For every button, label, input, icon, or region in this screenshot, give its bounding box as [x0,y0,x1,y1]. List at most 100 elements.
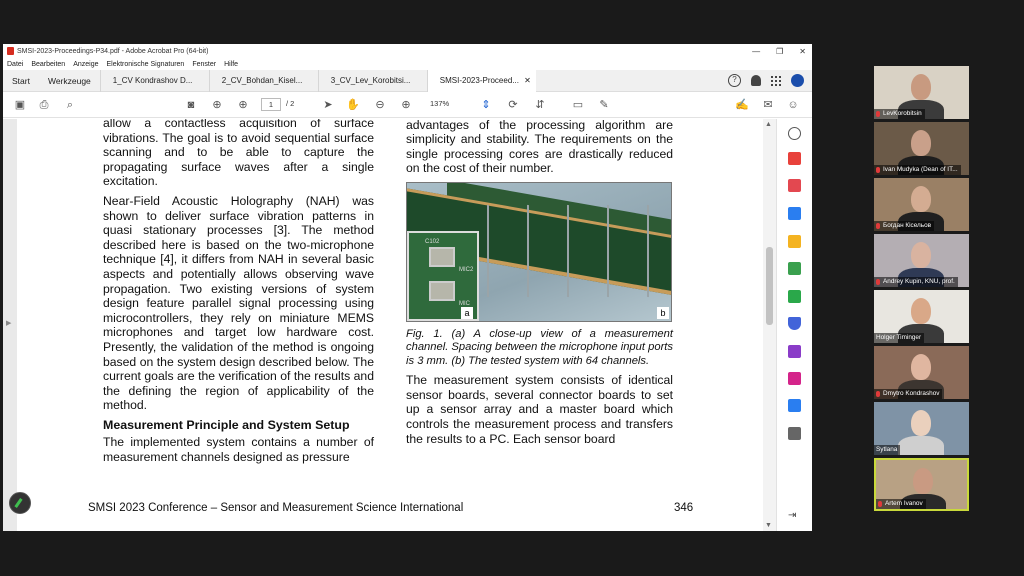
page-number: 346 [674,502,694,514]
participant-name-label: Dmytro Kondrashov [883,390,940,397]
figure-label-b: b [657,306,669,319]
doc-tab-label: 3_CV_Lev_Korobitsi... [330,75,411,85]
participant-tile[interactable]: LevKorobitsin [874,66,969,119]
participant-tile[interactable]: Ivan Mudyka (Dean of IT... [874,122,969,175]
combine-files-icon[interactable] [788,262,801,275]
participant-name: Sytlana [874,445,901,455]
menu-datei[interactable]: Datei [7,61,23,68]
protect-icon[interactable] [788,317,801,330]
section-heading: Measurement Principle and System Setup [103,417,350,432]
mail-icon[interactable]: ✉ [761,98,775,112]
right-column: data must be combined for visualization.… [406,119,673,451]
participant-tile[interactable]: Sytlana [874,402,969,455]
search-icon[interactable]: ⌕ [63,98,77,112]
zoom-in-icon[interactable]: ⊕ [399,98,413,112]
paragraph: data must be combined for visualization.… [406,119,673,176]
vertical-scrollbar[interactable]: ▲ ▼ [763,119,776,531]
prev-page-icon[interactable]: ⊕ [210,98,224,112]
print-icon[interactable]: ⎙ [37,98,51,112]
snapshot-icon[interactable]: ◙ [184,98,198,112]
scroll-mode-icon[interactable]: ⇵ [533,98,547,112]
participant-name: Богдан Кісельов [874,221,935,231]
muted-mic-icon [878,501,882,507]
menu-anzeige[interactable]: Anzeige [73,61,98,68]
help-icon[interactable]: ? [728,74,741,87]
doc-tab-korobitsin[interactable]: 3_CV_Lev_Korobitsi... [317,69,427,92]
participant-name-label: LevKorobitsin [883,110,922,117]
participant-name-label: Sytlana [876,446,898,453]
page-number-input[interactable]: 1 [261,98,281,111]
tab-bar: Start Werkzeuge 1_CV Kondrashov D... 2_C… [3,69,812,92]
muted-mic-icon [876,391,880,397]
more-tools-icon[interactable] [788,427,801,440]
expand-left-icon[interactable]: ▶ [6,319,11,327]
paragraph: The implemented system contains a number… [103,435,374,465]
doc-tab-label: SMSI-2023-Proceed... [439,75,519,85]
tab-werkzeuge[interactable]: Werkzeuge [39,70,100,92]
participant-name: Artem Ivanov [876,499,926,509]
close-icon[interactable]: ✕ [799,47,806,56]
participant-tile[interactable]: Artem Ivanov [874,458,969,511]
zoom-annotate-icon[interactable] [9,492,31,514]
participant-face [911,130,931,156]
scrollbar-thumb[interactable] [766,247,773,325]
apps-icon[interactable] [771,75,781,86]
participant-face [913,468,933,494]
request-esign-icon[interactable] [788,372,801,385]
participant-name: Dmytro Kondrashov [874,389,943,399]
menu-bearbeiten[interactable]: Bearbeiten [31,61,65,68]
export-pdf-icon[interactable] [788,152,801,165]
create-pdf-icon[interactable] [788,179,801,192]
pen-icon[interactable]: ✎ [597,98,611,112]
maximize-icon[interactable]: ❐ [776,47,783,56]
rotate-icon[interactable]: ⟳ [506,98,520,112]
doc-tab-proceedings[interactable]: SMSI-2023-Proceed... ✕ [426,69,536,92]
share-icon[interactable]: ☺ [786,98,800,112]
participant-tile[interactable]: Andrey Kupin, KNU, prof. [874,234,969,287]
comment-tool-icon[interactable] [788,235,801,248]
fit-icon[interactable]: ⇕ [479,98,493,112]
window-titlebar: SMSI-2023-Proceedings-P34.pdf - Adobe Ac… [3,44,812,58]
select-icon[interactable]: ➤ [321,98,335,112]
scroll-down-icon[interactable]: ▼ [765,522,772,529]
next-page-icon[interactable]: ⊕ [236,98,250,112]
zoom-out-icon[interactable]: ⊖ [373,98,387,112]
participant-face [911,186,931,212]
tools-panel: ⇥ [776,119,812,531]
participant-name-label: Artem Ivanov [885,500,923,507]
document-area[interactable]: ▶ allow a contactless acquisition of sur… [3,119,776,531]
close-tab-icon[interactable]: ✕ [524,70,531,92]
account-globe-icon[interactable] [791,74,804,87]
doc-tab-label: 2_CV_Bohdan_Kisel... [221,75,303,85]
tab-start[interactable]: Start [3,70,39,92]
page-total: / 2 [286,99,295,108]
collapse-panel-icon[interactable]: ⇥ [788,509,801,522]
participant-tile[interactable]: Богдан Кісельов [874,178,969,231]
bell-icon[interactable] [751,75,761,86]
sign-icon[interactable]: ✍ [735,98,749,112]
share-tool-icon[interactable] [788,399,801,412]
participant-name-label: Богдан Кісельов [883,222,932,229]
paragraph: allow a contactless acquisition of surfa… [103,119,374,189]
acrobat-window: SMSI-2023-Proceedings-P34.pdf - Adobe Ac… [3,44,812,531]
scroll-up-icon[interactable]: ▲ [765,121,772,128]
menu-hilfe[interactable]: Hilfe [224,61,238,68]
menu-signaturen[interactable]: Elektronische Signaturen [107,61,185,68]
participant-tile[interactable]: Dmytro Kondrashov [874,346,969,399]
muted-mic-icon [876,167,880,173]
fill-sign-icon[interactable] [788,345,801,358]
save-icon[interactable]: ▣ [13,98,27,112]
participant-name: LevKorobitsin [874,109,925,119]
organize-pages-icon[interactable] [788,290,801,303]
doc-tab-kiselov[interactable]: 2_CV_Bohdan_Kisel... [208,69,318,92]
participant-name-label: Ivan Mudyka (Dean of IT... [883,166,958,173]
edit-pdf-icon[interactable] [788,207,801,220]
zoom-select[interactable]: 137% [430,99,449,108]
comment-icon[interactable]: ▭ [571,98,585,112]
zoom-tool-icon[interactable] [788,127,801,140]
doc-tab-kondrashov[interactable]: 1_CV Kondrashov D... [99,69,209,92]
minimize-icon[interactable]: — [752,47,760,56]
hand-icon[interactable]: ✋ [346,98,360,112]
menu-fenster[interactable]: Fenster [192,61,216,68]
participant-tile[interactable]: Holger Timinger [874,290,969,343]
